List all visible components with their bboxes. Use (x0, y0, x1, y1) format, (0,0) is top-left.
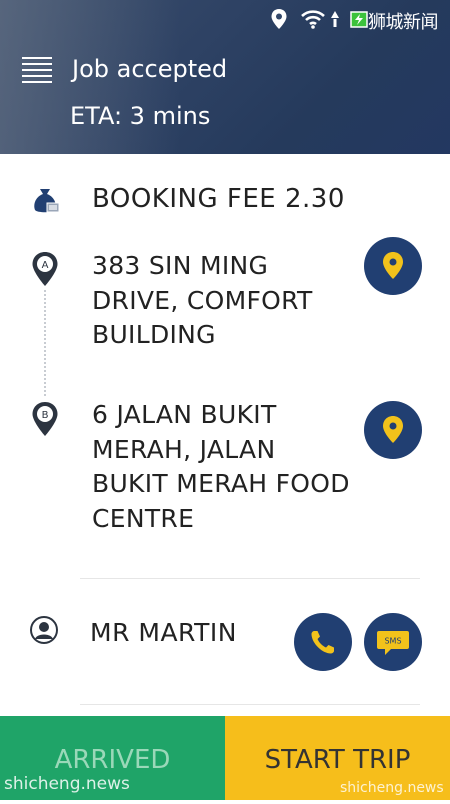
money-bag-icon (34, 189, 60, 213)
location-icon (271, 9, 287, 29)
pickup-navigate-button[interactable] (364, 237, 422, 295)
status-bar-text: 狮城新闻 (368, 12, 439, 33)
action-footer: ARRIVED START TRIP shicheng.news shichen… (0, 716, 450, 800)
route-dotted-line (44, 290, 46, 396)
dropoff-navigate-button[interactable] (364, 401, 422, 459)
page-title: Job accepted (72, 55, 228, 83)
passenger-avatar-icon (30, 616, 58, 644)
map-pin-icon (383, 252, 403, 279)
sms-icon: SMS (377, 631, 409, 655)
eta-text: ETA: 3 mins (70, 102, 211, 130)
battery-charging-icon (350, 11, 368, 28)
sms-icon-label: SMS (384, 637, 401, 646)
wifi-icon (301, 10, 325, 29)
dropoff-address: 6 JALAN BUKIT MERAH, JALAN BUKIT MERAH F… (92, 400, 350, 533)
passenger-name: MR MARTIN (90, 618, 237, 647)
booking-fee: BOOKING FEE 2.30 (92, 184, 345, 214)
sms-button[interactable]: SMS (364, 613, 422, 671)
pickup-marker-label: A (42, 260, 49, 271)
app-header: 狮城新闻 Job accepted ETA: 3 mins (0, 0, 450, 154)
pickup-marker-icon: A (32, 252, 58, 286)
dropoff-marker-label: B (42, 410, 49, 421)
status-bar: 狮城新闻 (0, 0, 450, 36)
menu-icon[interactable] (22, 56, 52, 84)
signal-icon (331, 11, 339, 27)
divider (80, 578, 420, 579)
divider (80, 704, 420, 705)
dropoff-marker-icon: B (32, 402, 58, 436)
call-button[interactable] (294, 613, 352, 671)
pickup-address: 383 SIN MING DRIVE, COMFORT BUILDING (92, 251, 313, 349)
watermark-right: shicheng.news (340, 780, 444, 796)
map-pin-icon (383, 416, 403, 443)
watermark-left: shicheng.news (4, 774, 130, 794)
phone-icon (311, 631, 334, 654)
